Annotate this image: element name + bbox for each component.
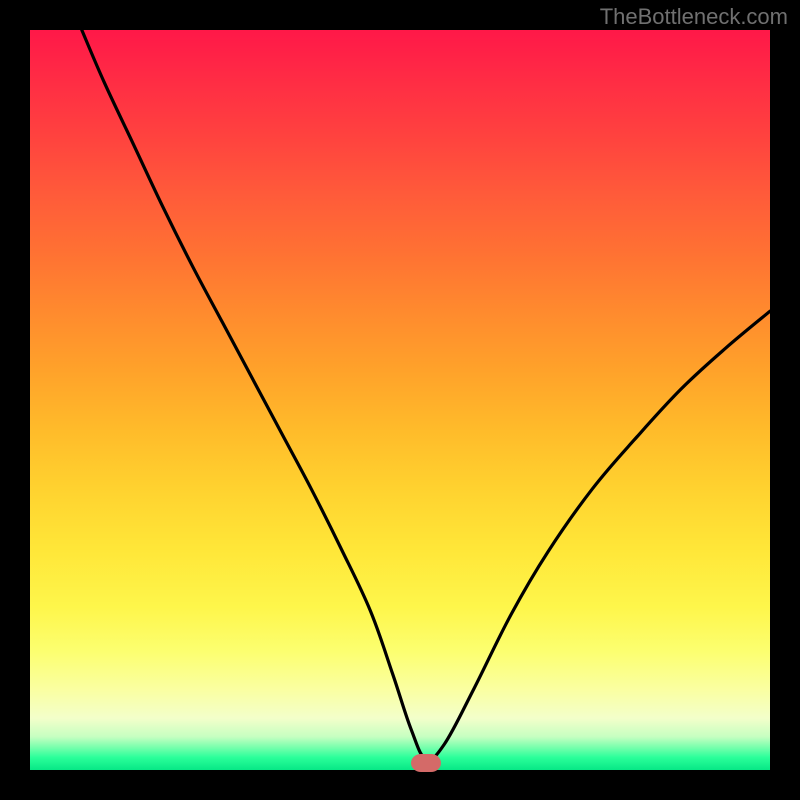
watermark-text: TheBottleneck.com	[600, 4, 788, 30]
chart-frame: TheBottleneck.com	[0, 0, 800, 800]
bottleneck-curve	[30, 30, 770, 770]
optimal-marker	[411, 754, 441, 772]
plot-area	[30, 30, 770, 770]
